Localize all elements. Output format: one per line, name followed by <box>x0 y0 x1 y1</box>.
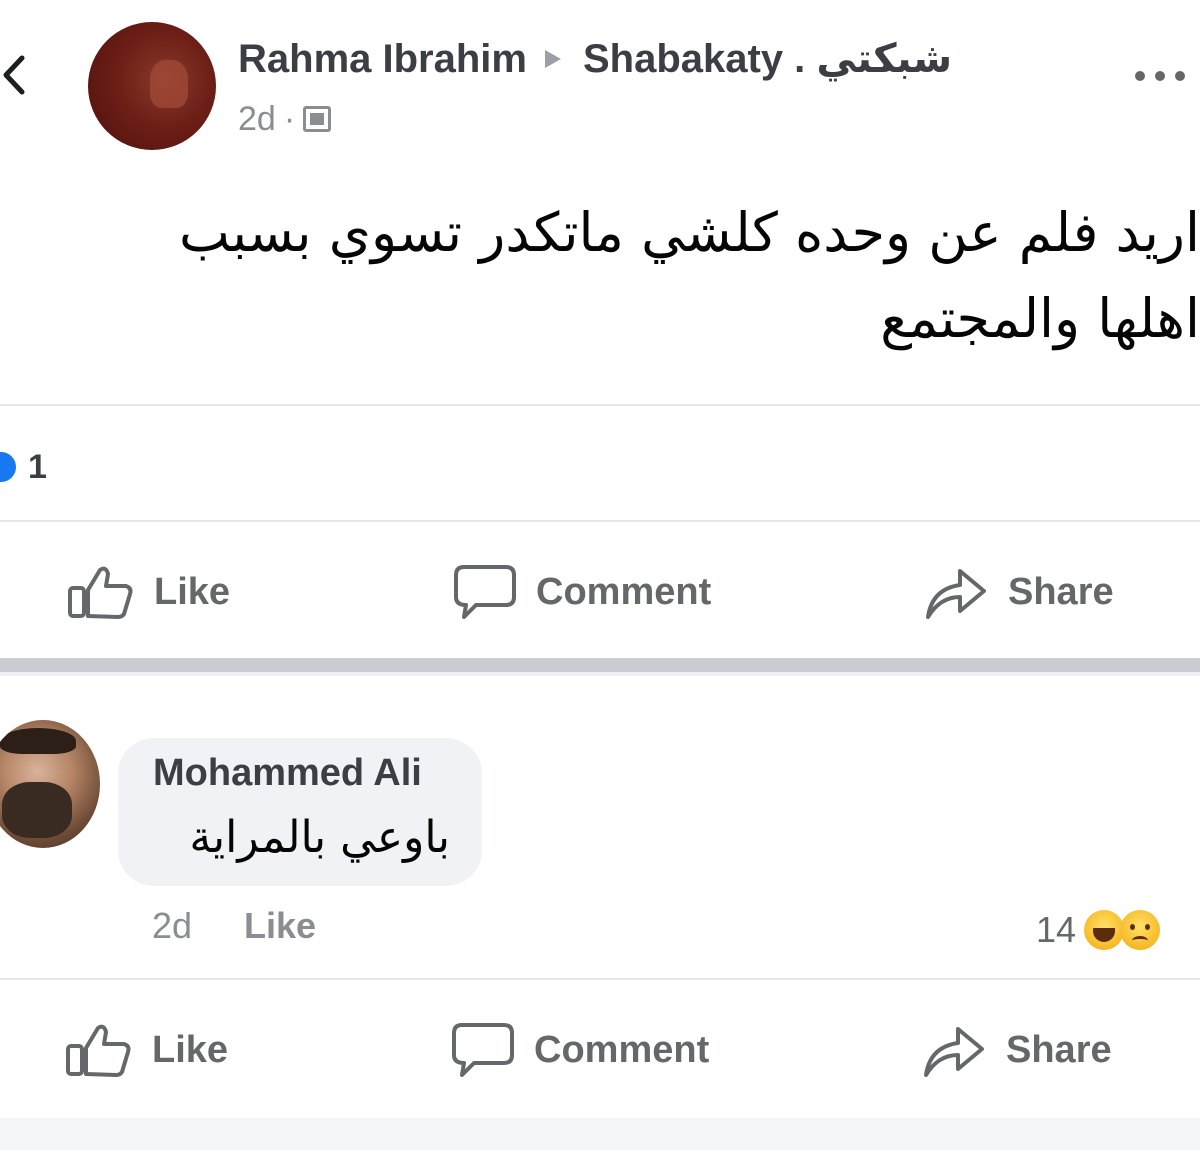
divider <box>0 520 1200 522</box>
divider <box>0 978 1200 980</box>
comment-like-link[interactable]: Like <box>244 905 316 947</box>
author-avatar[interactable] <box>88 22 216 150</box>
meta-separator: · <box>283 99 296 138</box>
comment-button[interactable]: Comment <box>452 552 711 632</box>
commenter-name[interactable]: Mohammed Ali <box>153 752 422 795</box>
post-time[interactable]: 2d <box>238 100 276 139</box>
share-label: Share <box>1006 1028 1112 1071</box>
comment-text: باوعي بالمراية <box>189 812 450 863</box>
group-icon <box>303 106 332 132</box>
commenter-avatar[interactable] <box>0 720 100 848</box>
arrow-right-icon <box>544 50 561 68</box>
post-meta: 2d · <box>238 98 332 140</box>
post-text: اريد فلم عن وحده كلشي ماتكدر تسوي بسبب ا… <box>179 201 1200 350</box>
comment-action-bar: Like Comment Share <box>0 1010 1200 1090</box>
group-name[interactable]: Shabakaty . شبكتي <box>583 36 952 82</box>
section-separator <box>0 658 1200 676</box>
post-reactions[interactable]: 1 <box>0 447 47 487</box>
comment-label: Comment <box>536 570 712 613</box>
like-button[interactable]: Like <box>64 1010 228 1090</box>
speech-bubble-icon <box>452 1023 514 1077</box>
back-chevron-icon[interactable] <box>0 50 30 100</box>
comment-time[interactable]: 2d <box>152 905 192 947</box>
comment-button[interactable]: Comment <box>450 1010 709 1090</box>
author-name[interactable]: Rahma Ibrahim <box>238 37 527 82</box>
like-button[interactable]: Like <box>66 552 230 632</box>
more-dots-icon[interactable] <box>1132 66 1188 86</box>
share-label: Share <box>1008 570 1114 613</box>
like-label: Like <box>154 570 231 613</box>
share-button[interactable]: Share <box>922 552 1114 632</box>
sad-icon <box>1120 910 1161 950</box>
comment-label: Comment <box>534 1028 710 1071</box>
thumbs-up-icon <box>66 1024 131 1077</box>
bottom-edge <box>0 1118 1200 1150</box>
share-arrow-icon <box>924 1027 984 1077</box>
divider <box>0 404 1200 406</box>
speech-bubble-icon <box>454 565 516 619</box>
post-header: Rahma Ibrahim Shabakaty . شبكتي <box>238 34 952 84</box>
share-button[interactable]: Share <box>920 1010 1112 1090</box>
haha-icon <box>1084 910 1125 950</box>
comment-reactions[interactable]: 14 <box>1036 906 1161 954</box>
thumbs-up-icon <box>68 566 133 619</box>
reaction-count: 1 <box>28 447 47 486</box>
share-arrow-icon <box>926 569 986 619</box>
like-label: Like <box>152 1028 229 1071</box>
comment-meta: 2d Like <box>152 902 316 950</box>
comment-reaction-count: 14 <box>1036 909 1077 950</box>
post-action-bar: Like Comment Share <box>0 552 1200 632</box>
like-reaction-icon <box>0 452 16 482</box>
